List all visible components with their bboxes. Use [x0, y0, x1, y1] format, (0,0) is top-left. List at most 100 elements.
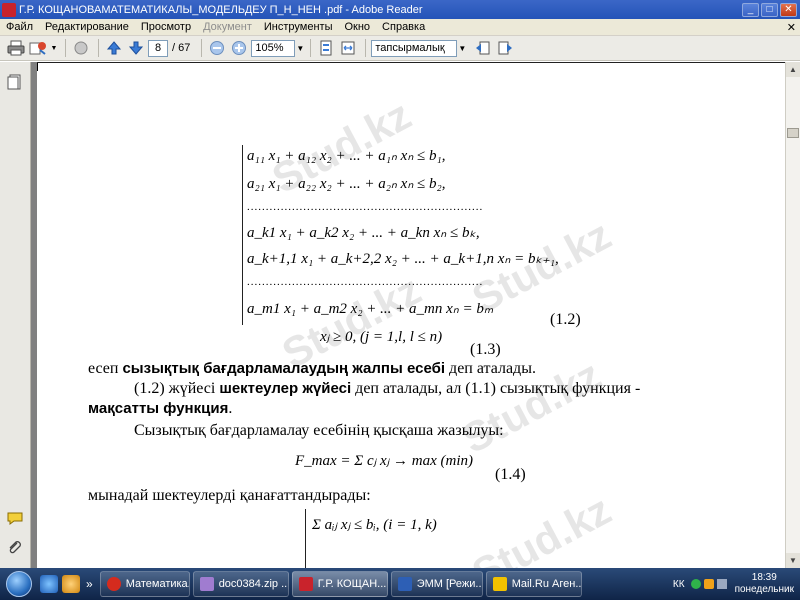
task-word[interactable]: ЭММ [Режи... — [390, 571, 483, 597]
minimize-button[interactable]: _ — [742, 2, 759, 17]
ie-icon[interactable] — [40, 575, 58, 593]
pdf-page: Stud.kz Stud.kz Stud.kz Stud.kz Stud.kz … — [37, 62, 785, 568]
window-title: Г.Р. КОЩАНОВАМАТЕМАТИКАЛЫ_МОДЕЛЬДЕУ П_Н_… — [19, 3, 423, 16]
ellipsis-row: ........................................… — [247, 201, 483, 213]
separator — [65, 39, 66, 57]
task-label: Mail.Ru Аген... — [511, 578, 582, 590]
quicklaunch-more[interactable]: » — [86, 577, 93, 591]
menu-edit[interactable]: Редактирование — [39, 21, 135, 33]
ellipsis-row: ........................................… — [247, 276, 483, 288]
winrar-icon — [199, 577, 214, 591]
scroll-thumb[interactable] — [787, 128, 799, 138]
p2b-bold: мақсатты функция — [88, 400, 229, 417]
separator — [98, 39, 99, 57]
toolbar: ▼ 8 / 67 105% ▼ тапсырмалық ▼ — [0, 36, 800, 61]
tray-icon-mail[interactable] — [703, 579, 714, 589]
page-number-input[interactable]: 8 — [148, 39, 168, 57]
close-button[interactable]: ✕ — [780, 2, 797, 17]
taskbar: » Математика... doc0384.zip ... Г.Р. КОЩ… — [0, 568, 800, 600]
equation-number-1-3: (1.3) — [470, 341, 501, 358]
paragraph-2: (1.2) жүйесі шектеулер жүйесі деп аталад… — [134, 380, 640, 398]
system-brace-2 — [305, 509, 306, 568]
attachments-icon[interactable] — [7, 540, 23, 556]
tray-icon-network[interactable] — [690, 579, 701, 589]
nonnegativity-constraint: xⱼ ≥ 0, (j = 1,l, l ≤ n) — [320, 329, 443, 345]
menu-tools[interactable]: Инструменты — [258, 21, 339, 33]
p1-post: деп аталады. — [445, 360, 536, 377]
windows-orb-icon — [6, 571, 32, 597]
start-button[interactable] — [0, 568, 38, 600]
hand-tool-icon[interactable] — [71, 38, 91, 58]
zoom-dropdown-icon[interactable]: ▼ — [295, 40, 305, 57]
task-opera[interactable]: Математика... — [99, 571, 190, 597]
zoom-in-icon[interactable] — [229, 38, 249, 58]
task-label: ЭММ [Режи... — [416, 578, 483, 590]
share-icon[interactable] — [28, 38, 48, 58]
p1-pre: есеп — [88, 360, 123, 377]
equation-number-1-2: (1.2) — [550, 311, 581, 328]
task-adobe-reader[interactable]: Г.Р. КОЩАН... — [291, 571, 388, 597]
player-icon[interactable] — [62, 575, 80, 593]
equation-line: a_k1 x₁ + a_k2 x₂ + ... + a_kn xₙ ≤ bₖ, — [247, 225, 480, 241]
constraint-sum: Σ aᵢⱼ xⱼ ≤ bᵢ, (i = 1, k) — [312, 517, 437, 533]
maximize-button[interactable]: □ — [761, 2, 778, 17]
clock-time: 18:39 — [751, 572, 777, 583]
menu-file[interactable]: Файл — [0, 21, 39, 33]
menu-document[interactable]: Документ — [197, 21, 258, 33]
comments-icon[interactable] — [7, 510, 23, 526]
language-indicator[interactable]: КК — [673, 579, 685, 590]
equation-line: a_k+1,1 x₁ + a_k+2,2 x₂ + ... + a_k+1,n … — [247, 251, 559, 267]
task-label: doc0384.zip ... — [218, 578, 289, 590]
watermark: Stud.kz — [464, 485, 619, 568]
find-previous-icon[interactable] — [473, 38, 493, 58]
p1-bold: сызықтық бағдарламалаудың жалпы есебі — [122, 360, 446, 377]
clock[interactable]: 18:39 понедельник — [735, 572, 794, 596]
page-margin-mark — [37, 63, 41, 71]
search-dropdown-icon[interactable]: ▼ — [457, 40, 467, 57]
menu-view[interactable]: Просмотр — [135, 21, 197, 33]
menu-window[interactable]: Окно — [338, 21, 376, 33]
equation-line: a₁₁ x₁ + a₁₂ x₂ + ... + a₁ₙ xₙ ≤ b₁, — [247, 148, 446, 164]
document-close-icon[interactable]: ✕ — [787, 21, 796, 34]
task-label: Математика... — [125, 578, 189, 590]
scroll-up-icon[interactable]: ▲ — [786, 62, 800, 77]
separator — [365, 39, 367, 57]
paragraph-3: Сызықтық бағдарламалау есебінің қысқаша … — [134, 422, 504, 439]
fit-width-icon[interactable] — [338, 38, 358, 58]
menu-bar: Файл Редактирование Просмотр Документ Ин… — [0, 19, 800, 36]
word-icon — [397, 577, 412, 591]
page-total: / 67 — [172, 42, 191, 54]
objective-function: F_max = Σ cⱼ xⱼ → max (min) — [295, 453, 473, 469]
dropdown-arrow-icon[interactable]: ▼ — [50, 38, 58, 58]
mail-agent-icon — [492, 577, 507, 591]
pages-icon[interactable] — [7, 74, 23, 90]
equation-line: a₂₁ x₁ + a₂₂ x₂ + ... + a₂ₙ xₙ ≤ b₂, — [247, 176, 446, 192]
zoom-input[interactable]: 105% — [251, 39, 296, 57]
navigation-panel — [0, 62, 31, 568]
next-page-icon[interactable] — [126, 38, 146, 58]
find-next-icon[interactable] — [495, 38, 515, 58]
menu-help[interactable]: Справка — [376, 21, 431, 33]
fit-page-icon[interactable] — [316, 38, 336, 58]
adobe-reader-icon — [2, 2, 16, 17]
equation-line: a_m1 x₁ + a_m2 x₂ + ... + a_mn xₙ = bₘ — [247, 301, 494, 317]
p2-bold: шектеулер жүйесі — [219, 380, 352, 397]
document-viewport[interactable]: Stud.kz Stud.kz Stud.kz Stud.kz Stud.kz … — [31, 62, 785, 568]
equation-number-1-4: (1.4) — [495, 466, 526, 483]
previous-page-icon[interactable] — [104, 38, 124, 58]
separator — [310, 39, 312, 57]
system-tray: КК 18:39 понедельник — [673, 568, 800, 600]
search-input[interactable]: тапсырмалық — [371, 39, 458, 57]
scroll-down-icon[interactable]: ▼ — [786, 553, 800, 568]
paragraph-2b: мақсатты функция. — [88, 400, 232, 418]
vertical-scrollbar[interactable]: ▲ ▼ — [785, 62, 800, 568]
p2-post: деп аталады, ал (1.1) сызықтық функция - — [351, 380, 641, 397]
tray-icon-volume[interactable] — [716, 579, 727, 589]
print-icon[interactable] — [6, 38, 26, 58]
clock-day: понедельник — [734, 584, 794, 595]
task-archive[interactable]: doc0384.zip ... — [192, 571, 289, 597]
zoom-out-icon[interactable] — [207, 38, 227, 58]
pdf-icon — [298, 577, 313, 591]
task-mail-agent[interactable]: Mail.Ru Аген... — [485, 571, 582, 597]
p2b-post: . — [228, 400, 233, 417]
